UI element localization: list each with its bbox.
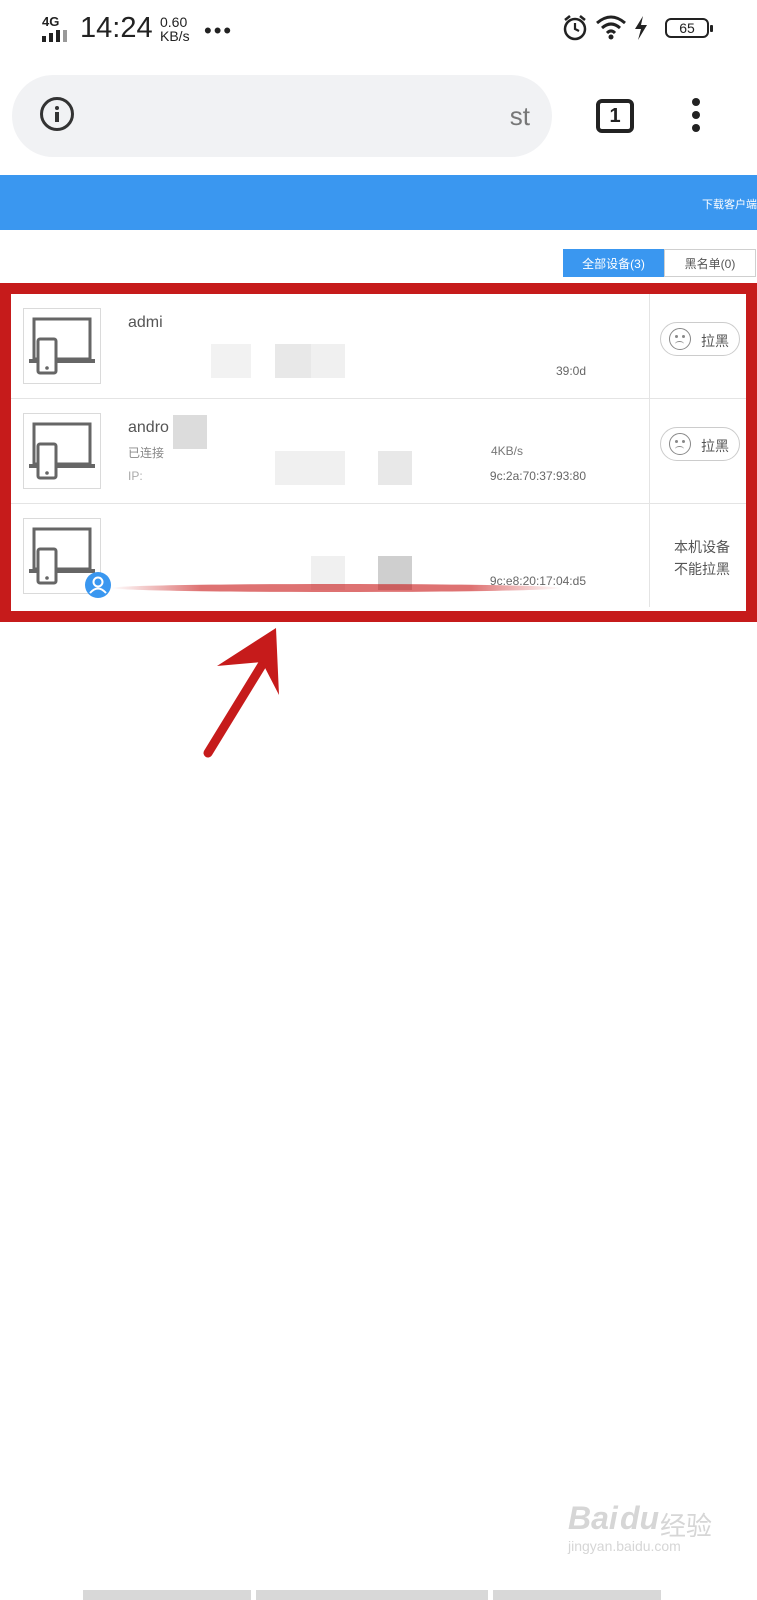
network-speed: 0.60 KB/s [160, 14, 190, 44]
alarm-icon [563, 15, 587, 41]
tabs-button[interactable]: 1 [596, 99, 634, 133]
status-bar: 4G 14:24 0.60 KB/s ••• 65 [0, 0, 757, 62]
page-header: 下载客户端 [0, 175, 757, 230]
tab-all-devices[interactable]: 全部设备(3) [563, 249, 664, 277]
download-client-link[interactable]: 下载客户端 [702, 196, 757, 212]
clock: 14:24 [80, 12, 153, 44]
device-tabs: 全部设备(3) 黑名单(0) [563, 249, 756, 277]
wifi-icon [596, 15, 626, 40]
baidu-watermark: Bai du 经验 jingyan.baidu.com [568, 1500, 713, 1554]
battery-icon: 65 [665, 18, 713, 38]
signal-icon: 4G [40, 14, 74, 42]
annotation-arrow-icon [203, 628, 279, 758]
bottom-scroll-indicator [83, 1590, 661, 1600]
address-bar[interactable]: st [12, 75, 552, 157]
annotation-highlight-box [0, 283, 757, 622]
tab-blacklist[interactable]: 黑名单(0) [664, 249, 756, 277]
overflow-menu-icon[interactable] [692, 98, 700, 138]
charging-icon [635, 16, 647, 40]
info-icon[interactable] [40, 97, 74, 131]
url-text[interactable]: st [510, 101, 530, 132]
network-type: 4G [42, 14, 60, 29]
more-notifications-icon: ••• [204, 18, 234, 43]
